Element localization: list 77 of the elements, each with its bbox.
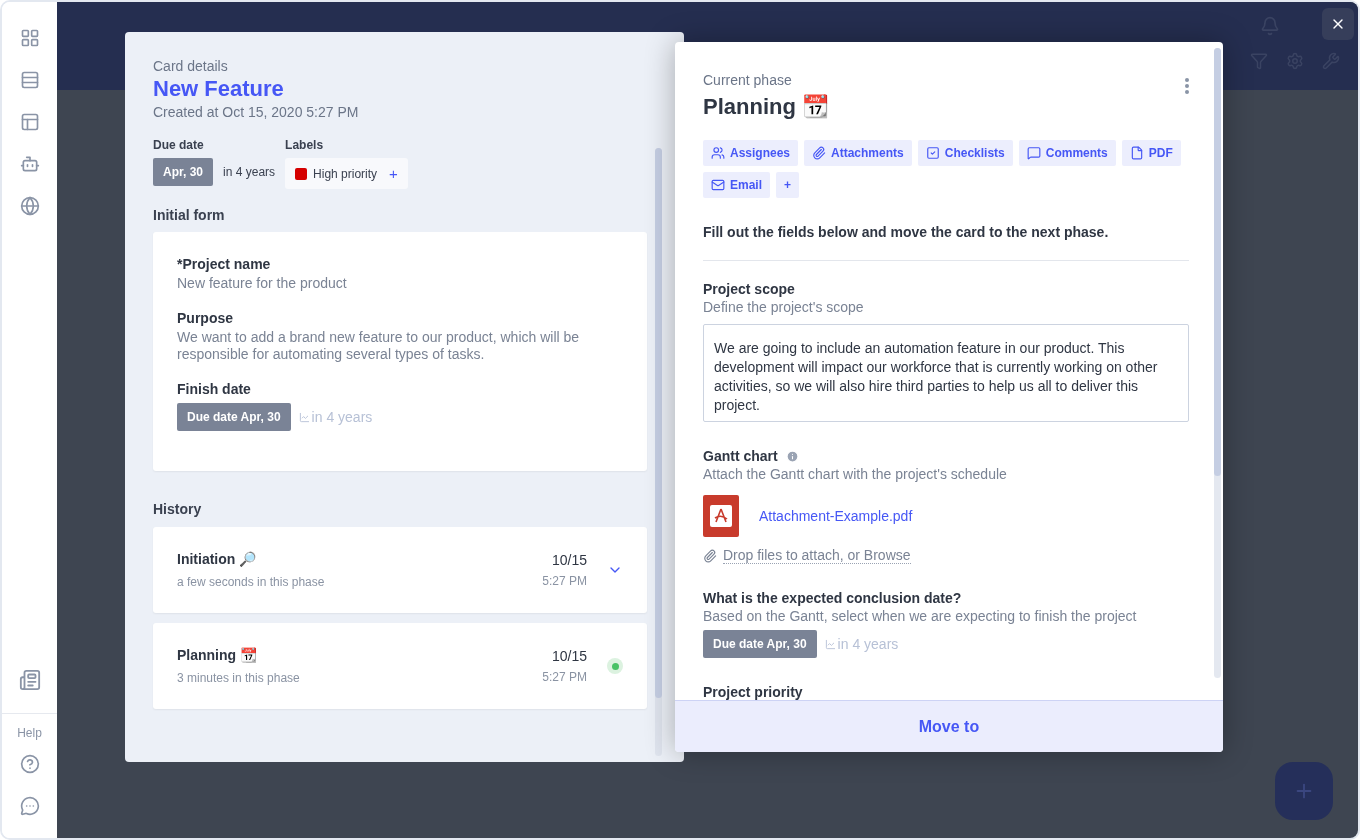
database-icon[interactable] [19,70,40,90]
chart-icon [298,411,310,423]
text-area[interactable]: We are going to include an automation feature in our product. This development will impact our workforce that is currently working on other activities, so we will also hire third parties to help us all to deliver this project. [703,324,1189,422]
history-time: 5:27 PM [542,574,587,588]
field-hint: Define the project's scope [703,299,865,316]
relative-date: in 4 years [298,409,373,425]
relative-date: in 4 years [824,636,899,652]
relative-date: in 4 years [223,165,276,179]
people-icon [711,146,725,160]
field-label: Purpose [177,310,234,326]
field-hint: Attach the Gantt chart with the project's schedule [703,466,1008,483]
more-icon [1185,78,1189,94]
label-name: High priority [313,166,378,181]
action-button[interactable]: Comments [1018,140,1116,166]
panel-eyebrow: Current phase [703,72,793,88]
scrollbar[interactable] [655,148,662,756]
field-label: Project priority [703,684,803,700]
labels-label: Labels [285,138,325,152]
action-button[interactable]: PDF [1121,140,1181,166]
history-item[interactable]: Planning 📆 3 minutes in this phase 10/15 5:27 PM [153,623,647,709]
section-title: Initial form [153,207,226,223]
field-label: Project scope [703,281,795,297]
field-value: New feature for the product [177,275,348,292]
action-button[interactable]: Attachments [804,140,912,166]
scrollbar[interactable] [1214,48,1221,678]
help-icon[interactable] [19,754,40,774]
field-value: We want to add a brand new feature to our product, which will be responsible for automating several types of tasks. [177,329,581,363]
mail-icon [711,178,725,192]
section-title: History [153,501,203,517]
due-date-label: Due date [153,138,205,152]
comment-icon [1026,146,1041,160]
due-date-chip[interactable]: Due date Apr, 30 [177,403,291,431]
newspaper-icon[interactable] [18,669,41,691]
labels-box[interactable]: High priority + [285,158,408,189]
globe-icon[interactable] [19,196,40,216]
action-button[interactable]: Assignees [703,140,799,166]
created-date: Created at Oct 15, 2020 5:27 PM [153,104,360,120]
close-button[interactable] [1322,8,1354,40]
checkbox-icon [925,146,940,160]
field-label: Gantt chart [703,448,778,464]
history-date: 10/15 [551,552,587,568]
phase-name: Initiation 🔎 [177,551,258,567]
field-label: What is the expected conclusion date? [703,590,962,606]
paperclip-icon [703,548,717,563]
info-icon[interactable] [785,449,799,463]
pdf-file-icon [703,495,739,537]
history-date: 10/15 [551,648,587,664]
chart-icon [824,638,836,650]
action-button[interactable]: Email [703,172,770,198]
robot-icon[interactable] [19,154,40,174]
panel-eyebrow: Card details [153,58,229,74]
move-to-button[interactable]: Move to [675,700,1223,752]
due-date-chip[interactable]: Due date Apr, 30 [703,630,817,658]
history-time: 5:27 PM [542,670,587,684]
field-label: *Project name [177,256,272,272]
chat-icon[interactable] [19,796,40,816]
field-label: Finish date [177,381,252,397]
add-label-button[interactable]: + [383,165,398,182]
document-icon [1129,146,1144,160]
phase-title: Planning 📆 [703,94,829,120]
phase-duration: 3 minutes in this phase [177,671,301,685]
more-button[interactable] [1185,78,1189,94]
grid-icon[interactable] [19,28,40,48]
action-button[interactable]: Checklists [917,140,1013,166]
instruction-text: Fill out the fields below and move the card to the next phase. [703,224,1189,261]
add-action-button[interactable]: + [776,172,800,198]
due-date-chip[interactable]: Apr, 30 [153,158,214,186]
drop-files-link[interactable]: Drop files to attach, or Browse [723,547,911,564]
card-title: New Feature [153,76,285,102]
file-link[interactable]: Attachment-Example.pdf [759,508,913,524]
field-hint: Based on the Gantt, select when we are expecting to finish the project [703,608,1138,625]
help-label: Help [17,726,42,740]
phase-duration: a few seconds in this phase [177,575,326,589]
layout-icon[interactable] [19,112,40,132]
history-item[interactable]: Initiation 🔎 a few seconds in this phase 10/15 5:27 PM [153,527,647,613]
paperclip-icon [812,146,827,160]
phase-name: Planning 📆 [177,647,258,663]
